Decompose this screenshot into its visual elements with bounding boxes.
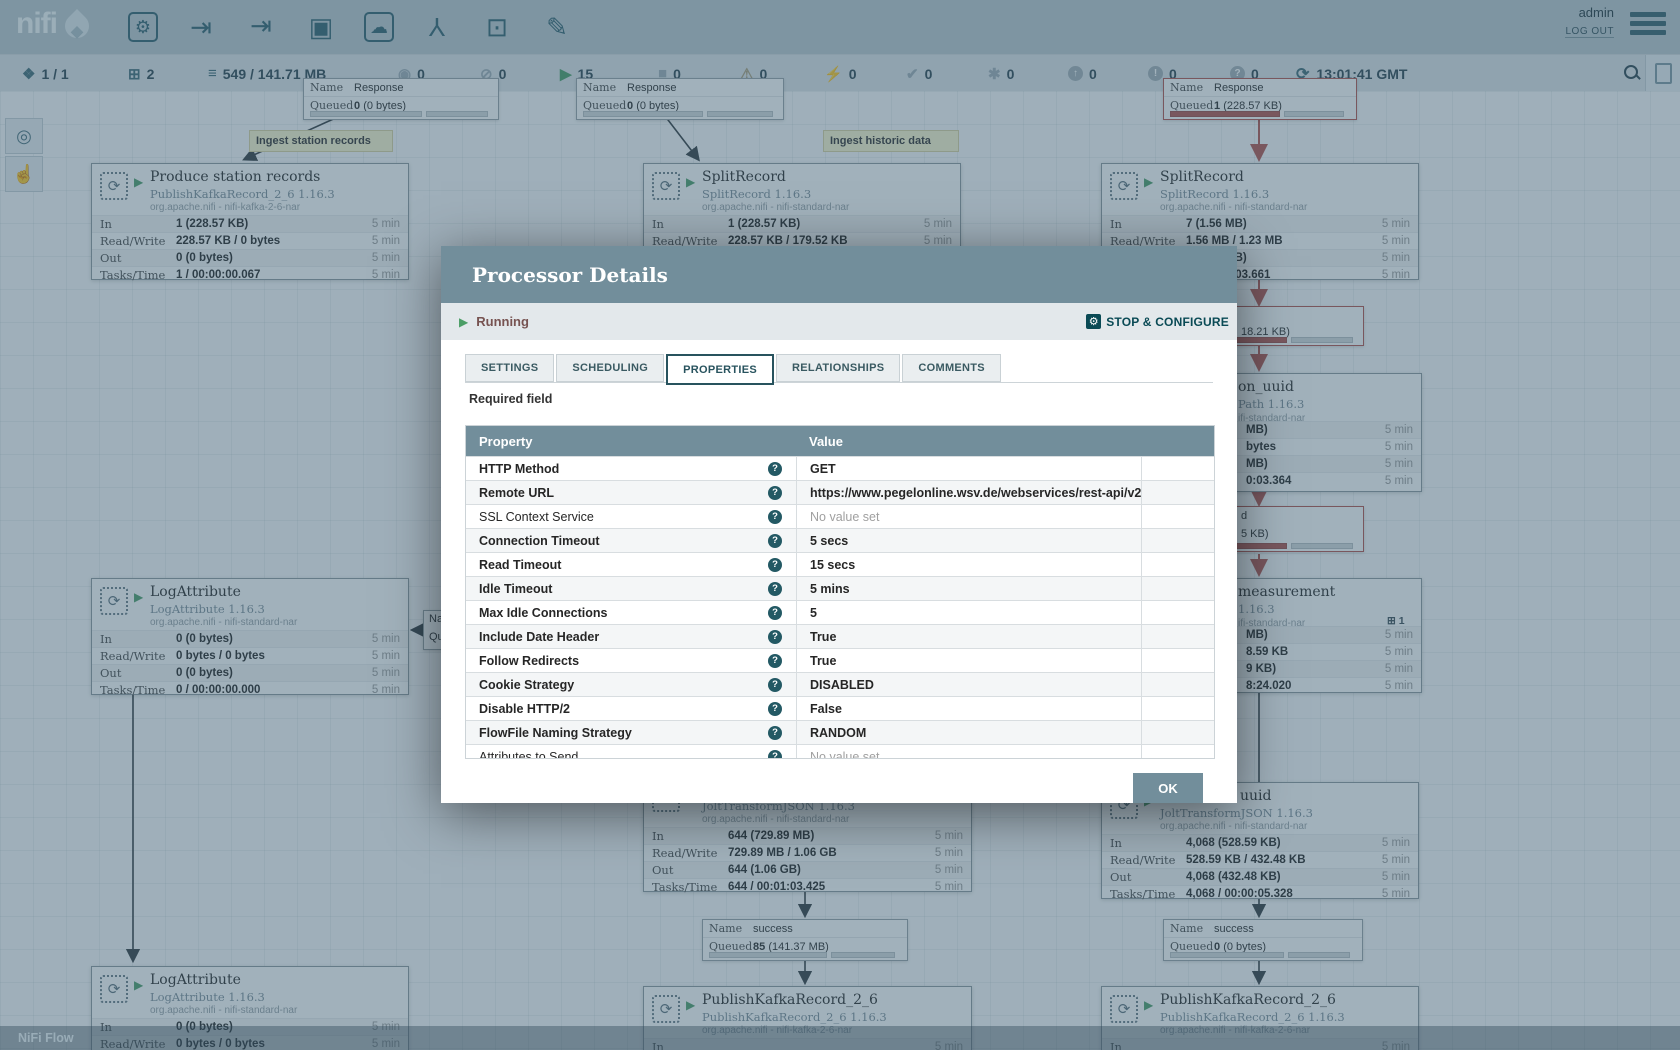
property-row[interactable]: Follow Redirects?True bbox=[466, 648, 1214, 672]
dialog-tabs: SETTINGS SCHEDULING PROPERTIES RELATIONS… bbox=[465, 354, 1213, 383]
property-name: Idle Timeout? bbox=[466, 577, 796, 600]
property-name: Read Timeout? bbox=[466, 553, 796, 576]
row-padding bbox=[1141, 625, 1214, 648]
row-padding bbox=[1141, 697, 1214, 720]
property-row[interactable]: Disable HTTP/2?False bbox=[466, 696, 1214, 720]
help-icon[interactable]: ? bbox=[768, 678, 782, 692]
property-value[interactable]: 5 secs bbox=[796, 529, 1141, 552]
run-status-text: Running bbox=[476, 314, 529, 329]
help-icon[interactable]: ? bbox=[768, 534, 782, 548]
property-row[interactable]: Connection Timeout?5 secs bbox=[466, 528, 1214, 552]
tab-comments[interactable]: COMMENTS bbox=[902, 354, 1001, 382]
property-name: Follow Redirects? bbox=[466, 649, 796, 672]
property-value[interactable]: RANDOM bbox=[796, 721, 1141, 744]
property-name: Connection Timeout? bbox=[466, 529, 796, 552]
nifi-app: nifi ⚙⇥⇤▣☁Y⊡✎ admin LOG OUT ⟳ 13:01:41 G… bbox=[0, 0, 1680, 1050]
row-padding bbox=[1141, 481, 1214, 504]
row-padding bbox=[1141, 529, 1214, 552]
tab-settings[interactable]: SETTINGS bbox=[465, 354, 554, 382]
ok-button[interactable]: OK bbox=[1133, 773, 1203, 803]
row-padding bbox=[1141, 673, 1214, 696]
tab-scheduling[interactable]: SCHEDULING bbox=[556, 354, 664, 382]
properties-table-header: Property Value bbox=[466, 426, 1214, 456]
row-padding bbox=[1141, 577, 1214, 600]
stop-and-configure-button[interactable]: ⚙ STOP & CONFIGURE bbox=[1086, 303, 1229, 340]
dialog-status-strip: ▶ Running ⚙ STOP & CONFIGURE bbox=[441, 303, 1237, 340]
properties-table-body: HTTP Method?GETRemote URL?https://www.pe… bbox=[466, 456, 1214, 758]
property-row[interactable]: Attributes to Send?No value set bbox=[466, 744, 1214, 758]
property-name: HTTP Method? bbox=[466, 457, 796, 480]
property-value[interactable]: False bbox=[796, 697, 1141, 720]
property-value[interactable]: 15 secs bbox=[796, 553, 1141, 576]
property-name: Disable HTTP/2? bbox=[466, 697, 796, 720]
help-icon[interactable]: ? bbox=[768, 702, 782, 716]
dialog-title: Processor Details bbox=[472, 263, 668, 287]
properties-table: Property Value HTTP Method?GETRemote URL… bbox=[465, 425, 1215, 759]
row-padding bbox=[1141, 745, 1214, 758]
help-icon[interactable]: ? bbox=[768, 630, 782, 644]
property-name: Include Date Header? bbox=[466, 625, 796, 648]
help-icon[interactable]: ? bbox=[768, 606, 782, 620]
required-field-note: Required field bbox=[469, 392, 552, 406]
property-row[interactable]: Cookie Strategy?DISABLED bbox=[466, 672, 1214, 696]
help-icon[interactable]: ? bbox=[768, 558, 782, 572]
property-row[interactable]: Include Date Header?True bbox=[466, 624, 1214, 648]
property-value[interactable]: 5 bbox=[796, 601, 1141, 624]
property-row[interactable]: Max Idle Connections?5 bbox=[466, 600, 1214, 624]
property-name: Remote URL? bbox=[466, 481, 796, 504]
running-icon: ▶ bbox=[459, 315, 468, 329]
help-icon[interactable]: ? bbox=[768, 726, 782, 740]
property-name: Attributes to Send? bbox=[466, 745, 796, 758]
row-padding bbox=[1141, 457, 1214, 480]
stop-configure-icon: ⚙ bbox=[1086, 314, 1101, 329]
property-name: SSL Context Service? bbox=[466, 505, 796, 528]
help-icon[interactable]: ? bbox=[768, 582, 782, 596]
row-padding bbox=[1141, 649, 1214, 672]
row-padding bbox=[1141, 721, 1214, 744]
property-name: Cookie Strategy? bbox=[466, 673, 796, 696]
property-value[interactable]: No value set bbox=[796, 745, 1141, 758]
property-row[interactable]: SSL Context Service?No value set bbox=[466, 504, 1214, 528]
property-name: Max Idle Connections? bbox=[466, 601, 796, 624]
property-row[interactable]: Read Timeout?15 secs bbox=[466, 552, 1214, 576]
help-icon[interactable]: ? bbox=[768, 654, 782, 668]
property-row[interactable]: HTTP Method?GET bbox=[466, 456, 1214, 480]
help-icon[interactable]: ? bbox=[768, 486, 782, 500]
property-value[interactable]: https://www.pegelonline.wsv.de/webservic… bbox=[796, 481, 1141, 504]
property-name: FlowFile Naming Strategy? bbox=[466, 721, 796, 744]
property-value[interactable]: No value set bbox=[796, 505, 1141, 528]
property-row[interactable]: FlowFile Naming Strategy?RANDOM bbox=[466, 720, 1214, 744]
row-padding bbox=[1141, 505, 1214, 528]
dialog-header: Processor Details bbox=[441, 246, 1237, 303]
processor-details-dialog: Processor Details ▶ Running ⚙ STOP & CON… bbox=[441, 246, 1237, 803]
help-icon[interactable]: ? bbox=[768, 750, 782, 759]
row-padding bbox=[1141, 553, 1214, 576]
property-value[interactable]: 5 mins bbox=[796, 577, 1141, 600]
row-padding bbox=[1141, 601, 1214, 624]
tab-relationships[interactable]: RELATIONSHIPS bbox=[776, 354, 900, 382]
property-value[interactable]: True bbox=[796, 649, 1141, 672]
property-row[interactable]: Remote URL?https://www.pegelonline.wsv.d… bbox=[466, 480, 1214, 504]
tab-properties[interactable]: PROPERTIES bbox=[666, 354, 774, 385]
help-icon[interactable]: ? bbox=[768, 510, 782, 524]
property-value[interactable]: True bbox=[796, 625, 1141, 648]
help-icon[interactable]: ? bbox=[768, 462, 782, 476]
property-row[interactable]: Idle Timeout?5 mins bbox=[466, 576, 1214, 600]
property-value[interactable]: GET bbox=[796, 457, 1141, 480]
property-value[interactable]: DISABLED bbox=[796, 673, 1141, 696]
